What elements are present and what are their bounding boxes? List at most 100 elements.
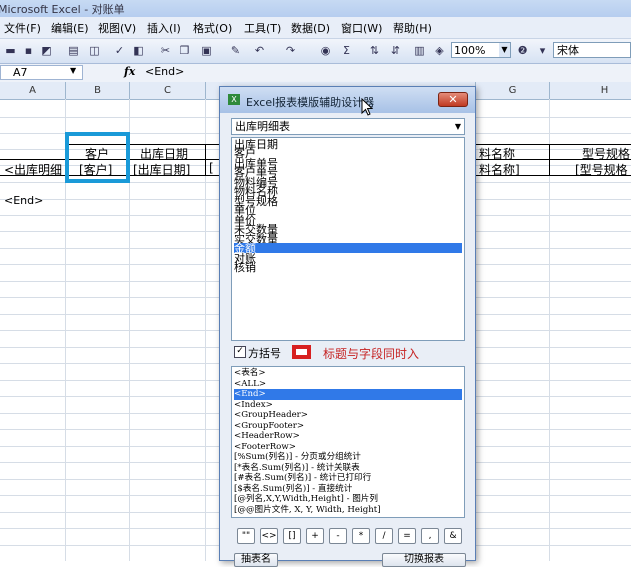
column-header-g[interactable]: G bbox=[476, 82, 550, 99]
undo-icon[interactable]: ↶ bbox=[252, 43, 267, 58]
cell-h6[interactable]: [型号规格 bbox=[575, 161, 628, 178]
field-item[interactable]: 核销 bbox=[234, 262, 462, 275]
standard-toolbar: ▬ ▪ ◩ ▤ ◫ ✓ ◧ ✂ ❐ ▣ ✎ ↶ ↷ ◉ Σ ⇅ ⇵ ▥ ◈ 10… bbox=[0, 39, 631, 64]
autosum-icon[interactable]: Σ bbox=[339, 43, 354, 58]
table-name-button[interactable]: 抽表名 bbox=[234, 553, 278, 567]
column-header-h[interactable]: H bbox=[550, 82, 631, 99]
redo-icon[interactable]: ↷ bbox=[283, 43, 298, 58]
cell-a6[interactable]: <出库明细 bbox=[4, 161, 62, 178]
save-icon[interactable]: ▪ bbox=[21, 43, 36, 58]
tag-item[interactable]: <Index> bbox=[234, 400, 462, 411]
tag-listbox[interactable]: <表名> <ALL> <End> <Index> <GroupHeader> <… bbox=[231, 366, 465, 518]
spelling-icon[interactable]: ✓ bbox=[112, 43, 127, 58]
column-header-c[interactable]: C bbox=[130, 82, 206, 99]
quote-symbol-button[interactable]: "" bbox=[237, 528, 255, 544]
drawing-icon[interactable]: ◈ bbox=[432, 43, 447, 58]
menu-window[interactable]: 窗口(W) bbox=[341, 20, 382, 36]
table-select-value: 出库明细表 bbox=[235, 120, 290, 133]
field-listbox[interactable]: 出库日期 客户 出库单号 客户单号 物料编号 物料名称 型号规格 单位 单价 未… bbox=[231, 137, 465, 341]
cell-c6[interactable]: [出库日期] bbox=[133, 161, 190, 178]
menu-insert[interactable]: 插入(I) bbox=[147, 20, 181, 36]
tag-item[interactable]: [*表名.Sum(列名)] - 统计关联表 bbox=[234, 463, 462, 474]
cell-g5[interactable]: 料名称 bbox=[479, 145, 515, 162]
tag-item[interactable]: <表名> bbox=[234, 368, 462, 379]
permission-icon[interactable]: ◩ bbox=[39, 43, 54, 58]
comma-symbol-button[interactable]: , bbox=[421, 528, 439, 544]
menu-tools[interactable]: 工具(T) bbox=[244, 20, 281, 36]
tag-item[interactable]: <HeaderRow> bbox=[234, 431, 462, 442]
window-title: Microsoft Excel - 对账单 bbox=[0, 3, 125, 16]
report-template-designer-dialog: X Excel报表模版辅助设计器 ✕ 出库明细表 ▼ 出库日期 客户 出库单号 … bbox=[219, 86, 476, 567]
minus-symbol-button[interactable]: - bbox=[329, 528, 347, 544]
toolbar-options-icon[interactable]: ▾ bbox=[535, 43, 550, 58]
print-preview-icon[interactable]: ◫ bbox=[87, 43, 102, 58]
tag-item[interactable]: [@@图片文件, X, Y, Width, Height] bbox=[234, 505, 462, 516]
equals-symbol-button[interactable]: = bbox=[398, 528, 416, 544]
research-icon[interactable]: ◧ bbox=[131, 43, 146, 58]
chevron-down-icon[interactable]: ▼ bbox=[70, 66, 76, 75]
cell-g6[interactable]: 料名称] bbox=[479, 161, 520, 178]
chevron-down-icon[interactable]: ▼ bbox=[499, 43, 510, 57]
help-icon[interactable]: ❷ bbox=[515, 43, 530, 58]
bracket-symbol-button[interactable]: [] bbox=[283, 528, 301, 544]
tag-item-selected[interactable]: <End> bbox=[234, 389, 462, 400]
cell-reference: A7 bbox=[13, 66, 28, 79]
bracket-checkbox[interactable]: ✓ bbox=[234, 346, 246, 358]
cell-a7[interactable]: <End> bbox=[4, 194, 43, 207]
formula-bar: A7 ▼ fx <End> bbox=[0, 64, 631, 83]
column-header-a[interactable]: A bbox=[0, 82, 66, 99]
paste-icon[interactable]: ▣ bbox=[199, 43, 214, 58]
hyperlink-icon[interactable]: ◉ bbox=[318, 43, 333, 58]
column-header-b[interactable]: B bbox=[66, 82, 130, 99]
tag-item[interactable]: <GroupHeader> bbox=[234, 410, 462, 421]
menu-format[interactable]: 格式(O) bbox=[193, 20, 232, 36]
menu-edit[interactable]: 编辑(E) bbox=[51, 20, 89, 36]
ampersand-symbol-button[interactable]: & bbox=[444, 528, 462, 544]
cell-h5[interactable]: 型号规格 bbox=[582, 145, 630, 162]
selection-highlight bbox=[65, 132, 130, 183]
dialog-title: Excel报表模版辅助设计器 bbox=[246, 96, 375, 109]
plus-symbol-button[interactable]: + bbox=[306, 528, 324, 544]
menu-file[interactable]: 文件(F) bbox=[4, 20, 41, 36]
mouse-cursor-icon bbox=[361, 98, 373, 116]
insert-title-and-field-button[interactable] bbox=[292, 345, 311, 359]
close-button[interactable]: ✕ bbox=[438, 92, 468, 107]
tag-item[interactable]: [@列名,X,Y,Width,Height] - 图片列 bbox=[234, 494, 462, 505]
font-select[interactable]: 宋体 bbox=[553, 42, 631, 58]
cell-border bbox=[205, 144, 206, 176]
window-title-bar: Microsoft Excel - 对账单 bbox=[0, 0, 631, 17]
switch-report-button[interactable]: 切换报表 bbox=[382, 553, 466, 567]
chevron-down-icon[interactable]: ▼ bbox=[455, 119, 461, 134]
table-select[interactable]: 出库明细表 ▼ bbox=[231, 118, 465, 135]
menu-view[interactable]: 视图(V) bbox=[98, 20, 136, 36]
format-painter-icon[interactable]: ✎ bbox=[228, 43, 243, 58]
sort-descending-icon[interactable]: ⇵ bbox=[388, 43, 403, 58]
divide-symbol-button[interactable]: / bbox=[375, 528, 393, 544]
open-icon[interactable]: ▬ bbox=[3, 43, 18, 58]
cell-border bbox=[549, 144, 550, 176]
cut-icon[interactable]: ✂ bbox=[158, 43, 173, 58]
menu-data[interactable]: 数据(D) bbox=[291, 20, 330, 36]
multiply-symbol-button[interactable]: * bbox=[352, 528, 370, 544]
button-inner-icon bbox=[296, 349, 307, 355]
menu-help[interactable]: 帮助(H) bbox=[393, 20, 432, 36]
field-item-selected[interactable]: 金额 bbox=[234, 243, 462, 255]
sort-ascending-icon[interactable]: ⇅ bbox=[367, 43, 382, 58]
tag-item[interactable]: <GroupFooter> bbox=[234, 421, 462, 432]
tag-item[interactable]: [#表名.Sum(列名)] - 统计已打印行 bbox=[234, 473, 462, 484]
excel-icon: X bbox=[228, 94, 240, 105]
tag-item[interactable]: <FooterRow> bbox=[234, 442, 462, 453]
cell-d6[interactable]: [ bbox=[209, 161, 214, 175]
print-icon[interactable]: ▤ bbox=[66, 43, 81, 58]
tag-item[interactable]: <ALL> bbox=[234, 379, 462, 390]
chart-wizard-icon[interactable]: ▥ bbox=[412, 43, 427, 58]
copy-icon[interactable]: ❐ bbox=[177, 43, 192, 58]
dialog-title-bar[interactable]: X Excel报表模版辅助设计器 ✕ bbox=[220, 87, 475, 113]
tag-item[interactable]: [$表名.Sum(列名)] - 直接统计 bbox=[234, 484, 462, 495]
menu-bar: 文件(F) 编辑(E) 视图(V) 插入(I) 格式(O) 工具(T) 数据(D… bbox=[0, 17, 631, 39]
tag-item[interactable]: [%Sum(列名)] - 分页或分组统计 bbox=[234, 452, 462, 463]
function-icon[interactable]: fx bbox=[124, 65, 135, 78]
formula-input[interactable]: <End> bbox=[145, 65, 184, 78]
angle-symbol-button[interactable]: <> bbox=[260, 528, 278, 544]
cell-c5[interactable]: 出库日期 bbox=[140, 145, 188, 162]
